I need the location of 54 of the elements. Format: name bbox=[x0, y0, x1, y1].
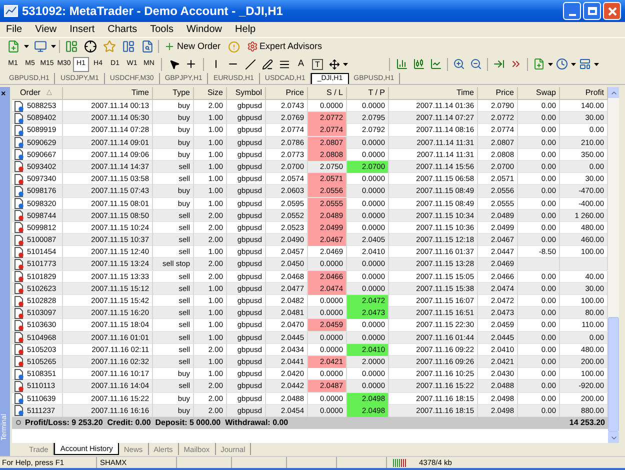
crosshair-icon[interactable] bbox=[82, 38, 98, 54]
menu-item[interactable]: View bbox=[35, 22, 57, 37]
caret-icon[interactable] bbox=[594, 62, 599, 66]
menu-item[interactable]: Help bbox=[235, 22, 256, 37]
column-header[interactable]: T / P bbox=[347, 87, 389, 99]
column-header[interactable]: Time bbox=[389, 87, 478, 99]
caret-icon[interactable] bbox=[24, 45, 29, 48]
caret-icon[interactable] bbox=[571, 62, 576, 66]
text-tool[interactable]: A bbox=[293, 57, 309, 71]
column-header[interactable]: Symbol bbox=[227, 87, 266, 99]
close-button[interactable] bbox=[603, 2, 621, 20]
zoom-in-icon[interactable] bbox=[451, 56, 467, 72]
window-title: 531092: MetaTrader - Demo Account - _DJI,H1 bbox=[22, 3, 283, 20]
summary-icon bbox=[16, 420, 21, 426]
menu-item[interactable]: Tools bbox=[150, 22, 174, 37]
zoom-out-icon[interactable] bbox=[468, 56, 484, 72]
caret-icon[interactable] bbox=[51, 45, 56, 48]
caret-icon[interactable] bbox=[343, 62, 348, 66]
new-order-button[interactable]: New Order bbox=[162, 40, 223, 54]
column-header[interactable]: Type bbox=[153, 87, 194, 99]
column-header[interactable]: Order bbox=[20, 87, 40, 99]
app-icon bbox=[4, 5, 18, 17]
column-header[interactable]: Price bbox=[266, 87, 308, 99]
menu-item[interactable]: Charts bbox=[108, 22, 138, 37]
candlestick-icon[interactable] bbox=[411, 56, 427, 72]
window-icon[interactable] bbox=[32, 38, 48, 54]
summary-text: Profit/Loss: 9 253.20 Credit: 0.00 Deposit: 5 000.00 Withdrawal: 0.00 bbox=[25, 416, 288, 429]
column-header[interactable]: S / L bbox=[308, 87, 347, 99]
menu-item[interactable]: Insert bbox=[70, 22, 95, 37]
column-header[interactable]: Time bbox=[63, 87, 153, 99]
clock-icon[interactable] bbox=[554, 56, 570, 72]
gear-icon bbox=[246, 41, 258, 52]
template-icon[interactable] bbox=[577, 56, 593, 72]
label-tool[interactable]: T bbox=[312, 58, 323, 70]
line-chart-icon[interactable] bbox=[428, 56, 444, 72]
panel-icon[interactable] bbox=[120, 38, 136, 54]
column-header[interactable]: Size bbox=[194, 87, 227, 99]
column-header[interactable]: Price bbox=[478, 87, 518, 99]
close-icon bbox=[608, 6, 616, 16]
bar-chart-icon[interactable] bbox=[394, 56, 410, 72]
scrollbar[interactable] bbox=[608, 87, 619, 443]
column-header[interactable]: Swap bbox=[518, 87, 560, 99]
menu-item[interactable]: File bbox=[6, 22, 22, 37]
total-profit: 14 253.20 bbox=[569, 416, 606, 429]
expert-advisors-button[interactable]: Expert Advisors bbox=[244, 40, 324, 54]
caret-icon[interactable] bbox=[548, 62, 553, 66]
connection-bars-icon bbox=[393, 458, 407, 466]
menu-item[interactable]: Window bbox=[186, 22, 222, 37]
minimize-button[interactable] bbox=[563, 2, 581, 20]
maximize-button[interactable] bbox=[583, 2, 601, 20]
star-icon[interactable] bbox=[101, 38, 117, 54]
plus-icon bbox=[164, 41, 175, 52]
scroll-thumb[interactable] bbox=[608, 317, 619, 432]
close-panel-button[interactable]: × bbox=[1, 89, 6, 98]
